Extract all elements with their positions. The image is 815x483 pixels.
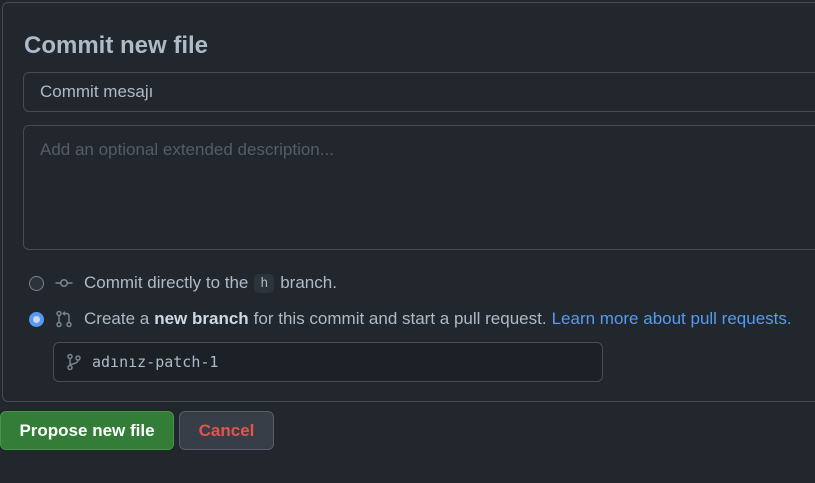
commit-directly-radio[interactable]: [29, 275, 44, 291]
git-branch-icon: [67, 353, 81, 371]
commit-directly-option[interactable]: Commit directly to the h branch.: [29, 271, 337, 295]
new-branch-text-after: for this commit and start a pull request…: [253, 309, 547, 328]
branch-name-value: adınız-patch-1: [92, 353, 219, 371]
current-branch-chip: h: [254, 273, 275, 293]
commit-directly-text: Commit directly to the: [84, 273, 249, 292]
branch-name-input[interactable]: adınız-patch-1: [53, 342, 603, 382]
learn-more-link[interactable]: Learn more about pull requests.: [552, 309, 792, 329]
cancel-button-label: Cancel: [198, 420, 255, 440]
commit-summary-input[interactable]: Commit mesajı: [23, 72, 815, 112]
description-placeholder: Add an optional extended description...: [40, 140, 334, 159]
commit-summary-value: Commit mesajı: [40, 82, 154, 101]
new-branch-bold: new branch: [154, 309, 249, 328]
new-branch-option[interactable]: Create a new branch for this commit and …: [29, 307, 792, 331]
propose-button-label: Propose new file: [19, 420, 155, 440]
new-branch-text: Create a: [84, 309, 150, 328]
commit-description-textarea[interactable]: Add an optional extended description...: [23, 125, 815, 250]
propose-new-file-button[interactable]: Propose new file: [0, 411, 174, 450]
new-branch-radio[interactable]: [29, 311, 44, 327]
git-commit-icon: [55, 279, 73, 288]
panel-title: Commit new file: [24, 32, 209, 59]
commit-panel: Commit new file Commit mesajı Add an opt…: [2, 2, 815, 402]
cancel-button[interactable]: Cancel: [179, 411, 274, 450]
git-pull-request-icon: [56, 310, 72, 328]
commit-directly-text-after: branch.: [280, 273, 337, 292]
